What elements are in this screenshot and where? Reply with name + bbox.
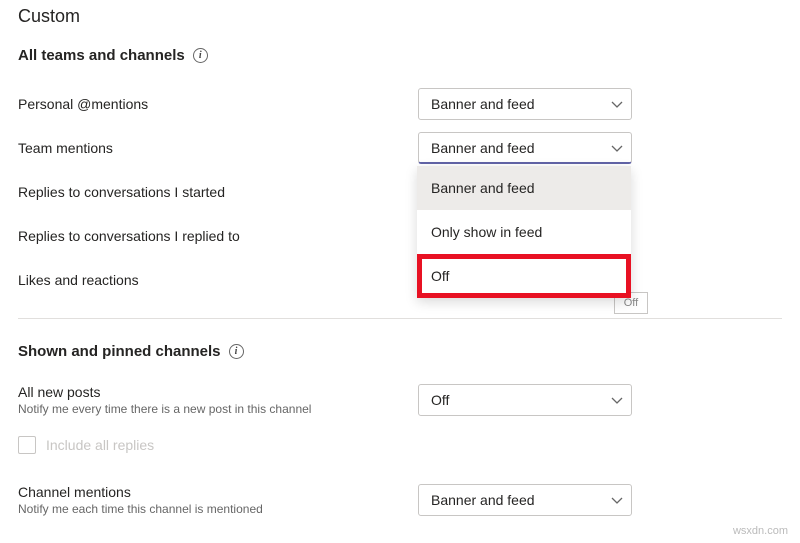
- dropdown-team-mentions: Banner and feed Only show in feed Off: [417, 166, 631, 298]
- select-value: Banner and feed: [431, 140, 535, 156]
- label-include-all-replies: Include all replies: [46, 437, 154, 453]
- select-team-mentions[interactable]: Banner and feed: [418, 132, 632, 164]
- dropdown-option-only-show-in-feed[interactable]: Only show in feed: [417, 210, 631, 254]
- chevron-down-icon: [611, 99, 621, 109]
- label-sub: Notify me each time this channel is ment…: [18, 502, 418, 516]
- select-value: Off: [431, 392, 449, 408]
- dropdown-option-banner-and-feed[interactable]: Banner and feed: [417, 166, 631, 210]
- info-icon[interactable]: i: [193, 48, 208, 63]
- checkbox-include-all-replies: [18, 436, 36, 454]
- watermark: wsxdn.com: [733, 525, 788, 537]
- dropdown-option-off[interactable]: Off: [417, 254, 631, 298]
- label-replies-started: Replies to conversations I started: [18, 184, 418, 200]
- info-icon[interactable]: i: [229, 344, 244, 359]
- row-include-all-replies: Include all replies: [18, 426, 782, 464]
- row-likes-reactions: Likes and reactions: [18, 258, 782, 302]
- section-header-teams: All teams and channels i: [18, 47, 782, 64]
- label-team-mentions: Team mentions: [18, 140, 418, 156]
- select-value: Banner and feed: [431, 96, 535, 112]
- row-all-new-posts: All new posts Notify me every time there…: [18, 378, 782, 426]
- row-replies-started: Replies to conversations I started: [18, 170, 782, 214]
- select-all-new-posts[interactable]: Off: [418, 384, 632, 416]
- label-sub: Notify me every time there is a new post…: [18, 402, 418, 416]
- chevron-down-icon: [611, 495, 621, 505]
- label-likes-reactions: Likes and reactions: [18, 272, 418, 288]
- select-personal-mentions[interactable]: Banner and feed: [418, 88, 632, 120]
- label-text: All new posts: [18, 384, 418, 400]
- section-divider: [18, 318, 782, 319]
- chevron-down-icon: [611, 143, 621, 153]
- page-title: Custom: [18, 6, 782, 27]
- label-replies-replied: Replies to conversations I replied to: [18, 228, 418, 244]
- label-channel-mentions: Channel mentions Notify me each time thi…: [18, 484, 418, 516]
- select-channel-mentions[interactable]: Banner and feed: [418, 484, 632, 516]
- select-value: Banner and feed: [431, 492, 535, 508]
- section-header-teams-label: All teams and channels: [18, 47, 185, 64]
- label-all-new-posts: All new posts Notify me every time there…: [18, 384, 418, 416]
- chevron-down-icon: [611, 395, 621, 405]
- section-header-shown: Shown and pinned channels i: [18, 343, 782, 360]
- row-channel-mentions: Channel mentions Notify me each time thi…: [18, 478, 782, 526]
- label-personal-mentions: Personal @mentions: [18, 96, 418, 112]
- label-text: Channel mentions: [18, 484, 418, 500]
- row-replies-replied: Replies to conversations I replied to: [18, 214, 782, 258]
- section-header-shown-label: Shown and pinned channels: [18, 343, 221, 360]
- row-personal-mentions: Personal @mentions Banner and feed: [18, 82, 782, 126]
- row-team-mentions: Team mentions Banner and feed: [18, 126, 782, 170]
